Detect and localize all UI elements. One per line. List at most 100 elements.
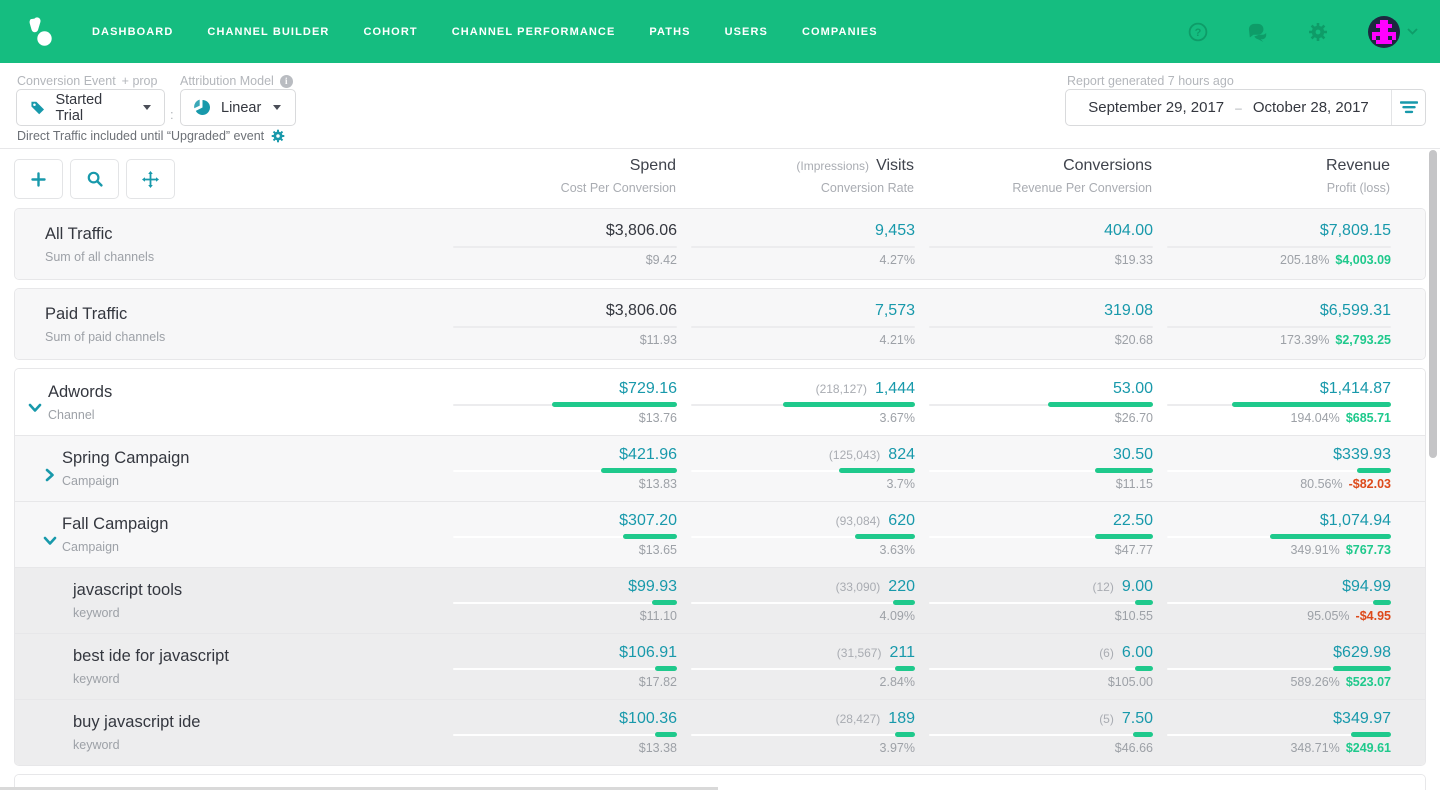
visits-value: 220: [888, 578, 915, 596]
cell-spend: $106.91$17.82: [439, 634, 677, 699]
spend-sub-value: $13.65: [639, 543, 677, 557]
visits-value: 620: [888, 512, 915, 530]
date-range[interactable]: September 29, 2017 – October 28, 2017: [1066, 99, 1391, 116]
nav-item-channel-performance[interactable]: CHANNEL PERFORMANCE: [452, 26, 616, 38]
add-channel-button[interactable]: [14, 159, 63, 199]
metric-bar-track: [691, 668, 915, 670]
metric-bar-track: [1167, 246, 1391, 248]
nav-item-companies[interactable]: COMPANIES: [802, 26, 878, 38]
column-header-revenue[interactable]: RevenueProfit (loss): [1152, 157, 1390, 195]
nav-item-dashboard[interactable]: DASHBOARD: [92, 26, 173, 38]
spend-sub-value: $9.42: [646, 253, 677, 267]
table-row-spring-campaign[interactable]: Spring Campaign Campaign $421.96$13.83(1…: [15, 435, 1425, 501]
cell-visits: (28,427)1893.97%: [677, 700, 915, 765]
revenue-sub-value: 173.39%: [1280, 333, 1329, 347]
cell-conversions: 30.50$11.15: [915, 436, 1153, 501]
cell-revenue: $339.9380.56%-$82.03: [1153, 436, 1391, 501]
profit-value: $2,793.25: [1335, 333, 1391, 347]
row-title: best ide for javascript: [73, 647, 439, 666]
revenue-sub-value: 205.18%: [1280, 253, 1329, 267]
table-row-buy-javascript-ide[interactable]: buy javascript ide keyword $100.36$13.38…: [15, 699, 1425, 765]
metric-bar-track: [453, 246, 677, 248]
table-row-best-ide-for-javascript[interactable]: best ide for javascript keyword $106.91$…: [15, 633, 1425, 699]
nav-item-cohort[interactable]: COHORT: [363, 26, 417, 38]
cell-revenue: $344.07: [1153, 775, 1391, 790]
cell-spend: $307.20$13.65: [439, 502, 677, 567]
visits-value: 189: [888, 710, 915, 728]
vertical-scrollbar[interactable]: [1429, 150, 1437, 458]
column-header-spend[interactable]: SpendCost Per Conversion: [438, 157, 676, 195]
visits-sub-value: 3.67%: [880, 411, 915, 425]
tag-icon: [30, 100, 45, 116]
conversions-value: 404.00: [1104, 222, 1153, 240]
table-row-javascript-tools[interactable]: javascript tools keyword $99.93$11.10(33…: [15, 567, 1425, 633]
metric-bar: [1133, 732, 1153, 737]
metric-bar: [783, 402, 915, 407]
metric-bar-track: [1167, 602, 1391, 604]
count-prefix: (28,427): [836, 712, 881, 726]
help-icon[interactable]: ?: [1188, 22, 1208, 42]
conversions-sub-value: $19.33: [1115, 253, 1153, 267]
row-title: javascript tools: [73, 581, 439, 600]
visits-value: 211: [889, 644, 915, 662]
settings-gear-icon[interactable]: [271, 129, 285, 143]
profit-value: $685.71: [1346, 411, 1391, 425]
conversions-value: 22.50: [1113, 512, 1153, 530]
move-button[interactable]: [126, 159, 175, 199]
column-header-visits[interactable]: (Impressions)VisitsConversion Rate: [676, 157, 914, 195]
spend-sub-value: $11.10: [640, 609, 677, 623]
spend-sub-value: $13.38: [639, 741, 677, 755]
avatar[interactable]: [1368, 16, 1400, 48]
profit-value: -$4.95: [1356, 609, 1391, 623]
table-row-paid-traffic[interactable]: Paid Traffic Sum of paid channels $3,806…: [15, 289, 1425, 359]
expand-chevron-icon[interactable]: [43, 467, 57, 485]
cell-conversions: (12)9.00$10.55: [915, 568, 1153, 633]
conversions-sub-value: $46.66: [1115, 741, 1153, 755]
table-card: Adwords Channel $729.16$13.76(218,127)1,…: [14, 368, 1426, 766]
search-button[interactable]: [70, 159, 119, 199]
table-row-all-traffic[interactable]: All Traffic Sum of all channels $3,806.0…: [15, 209, 1425, 279]
cell-conversions: (6)6.00$105.00: [915, 634, 1153, 699]
metric-bar: [839, 468, 915, 473]
metric-bar-track: [453, 404, 677, 406]
spend-sub-value: $17.82: [639, 675, 677, 689]
user-menu[interactable]: [1368, 16, 1418, 48]
chat-icon[interactable]: [1248, 22, 1268, 42]
info-icon[interactable]: i: [280, 75, 293, 88]
table-row-adwords[interactable]: Adwords Channel $729.16$13.76(218,127)1,…: [15, 369, 1425, 435]
row-name-cell: buy javascript ide keyword: [15, 700, 439, 765]
conversion-event-select[interactable]: Started Trial: [16, 89, 165, 126]
metric-bar-track: [691, 536, 915, 538]
nav-item-channel-builder[interactable]: CHANNEL BUILDER: [207, 26, 329, 38]
attribution-model-select[interactable]: Linear: [180, 89, 296, 126]
nav-item-paths[interactable]: PATHS: [649, 26, 690, 38]
metric-bar-track: [929, 470, 1153, 472]
conversions-value: 7.50: [1122, 710, 1153, 728]
expand-chevron-icon[interactable]: [28, 400, 42, 418]
nav-menu: DASHBOARD CHANNEL BUILDER COHORT CHANNEL PE…: [92, 26, 878, 38]
nav-item-users[interactable]: USERS: [725, 26, 768, 38]
caret-down-icon: [273, 105, 281, 110]
row-title: All Traffic: [45, 225, 439, 244]
column-header-conversions[interactable]: ConversionsRevenue Per Conversion: [914, 157, 1152, 195]
table-row-fall-campaign[interactable]: Fall Campaign Campaign $307.20$13.65(93,…: [15, 501, 1425, 567]
app-logo[interactable]: [22, 14, 58, 50]
cell-revenue: $1,414.87194.04%$685.71: [1153, 369, 1391, 435]
conversions-sub-value: $105.00: [1108, 675, 1153, 689]
conversions-sub-value: $11.15: [1116, 477, 1153, 491]
gear-icon[interactable]: [1308, 22, 1328, 42]
row-name-cell: javascript tools keyword: [15, 568, 439, 633]
metric-bar-track: [929, 668, 1153, 670]
metric-bar-track: [1167, 326, 1391, 328]
table-header: SpendCost Per Conversion(Impressions)Vis…: [14, 157, 1426, 199]
metric-bar-track: [929, 536, 1153, 538]
cell-conversions: 53.00$26.70: [915, 369, 1153, 435]
date-filter-button[interactable]: [1391, 90, 1425, 125]
filter-bar: Conversion Event + prop Attribution Mode…: [0, 63, 1440, 149]
visits-sub-value: 4.09%: [880, 609, 915, 623]
expand-chevron-icon[interactable]: [43, 533, 57, 551]
add-prop-link[interactable]: + prop: [122, 74, 158, 88]
revenue-value: $94.99: [1342, 578, 1391, 596]
metric-bar: [652, 600, 677, 605]
impressions-label: (Impressions): [796, 159, 869, 173]
